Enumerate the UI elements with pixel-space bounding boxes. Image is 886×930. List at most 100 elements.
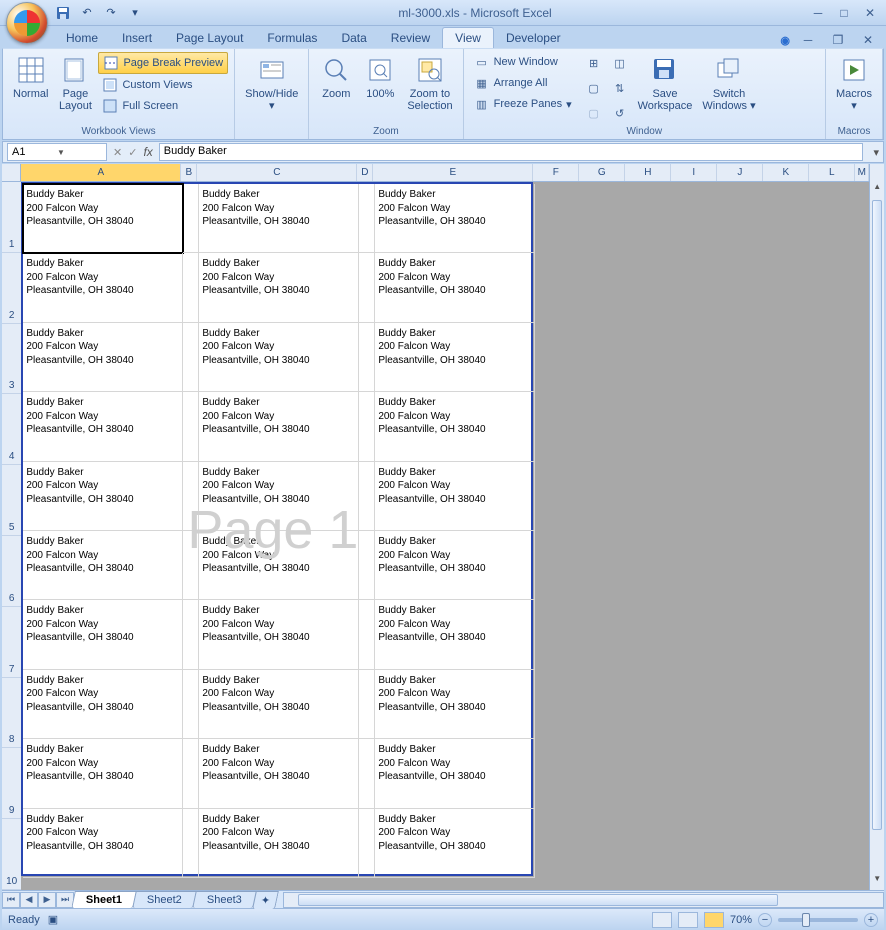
cell[interactable]: Buddy Baker200 Falcon WayPleasantville, … [23,600,183,669]
hide-button[interactable]: ▢ [582,78,606,98]
cell[interactable]: Buddy Baker200 Falcon WayPleasantville, … [23,253,183,322]
zoom-percent[interactable]: 70% [730,914,752,926]
row-header-7[interactable]: 7 [2,607,21,678]
cell[interactable]: Buddy Baker200 Falcon WayPleasantville, … [375,184,535,253]
cell-blank[interactable] [359,739,375,808]
tab-insert[interactable]: Insert [110,28,164,48]
office-button[interactable] [6,2,48,44]
row-header-6[interactable]: 6 [2,536,21,607]
col-header-H[interactable]: H [625,164,671,181]
col-header-G[interactable]: G [579,164,625,181]
cell[interactable]: Buddy Baker200 Falcon WayPleasantville, … [375,600,535,669]
sheet-tab-3[interactable]: Sheet3 [192,891,256,908]
tab-page-layout[interactable]: Page Layout [164,28,255,48]
col-header-J[interactable]: J [717,164,763,181]
redo-icon[interactable]: ↷ [102,4,120,22]
fx-icon[interactable]: fx [143,145,152,159]
row-header-8[interactable]: 8 [2,678,21,749]
row-header-3[interactable]: 3 [2,324,21,395]
col-header-M[interactable]: M [855,164,869,181]
cell-blank[interactable] [359,670,375,739]
tab-home[interactable]: Home [54,28,110,48]
cell[interactable]: Buddy Baker200 Falcon WayPleasantville, … [23,670,183,739]
zoom-out-button[interactable]: − [758,913,772,927]
custom-views-button[interactable]: Custom Views [98,75,228,95]
cell[interactable]: Buddy Baker200 Falcon WayPleasantville, … [199,323,359,392]
cell[interactable]: Buddy Baker200 Falcon WayPleasantville, … [375,392,535,461]
side-by-side-button[interactable]: ◫ [608,54,632,74]
cell-blank[interactable] [183,253,199,322]
grid-body[interactable]: Buddy Baker200 Falcon WayPleasantville, … [21,182,869,890]
cell-blank[interactable] [183,392,199,461]
name-box-dropdown-icon[interactable]: ▼ [57,148,102,157]
normal-view-button[interactable]: Normal [9,52,52,125]
cell[interactable]: Buddy Baker200 Falcon WayPleasantville, … [199,670,359,739]
select-all-corner[interactable] [2,164,21,182]
cell[interactable]: Buddy Baker200 Falcon WayPleasantville, … [199,253,359,322]
cell[interactable]: Buddy Baker200 Falcon WayPleasantville, … [199,531,359,600]
tab-formulas[interactable]: Formulas [255,28,329,48]
save-workspace-button[interactable]: Save Workspace [634,52,697,125]
formula-input[interactable]: Buddy Baker [159,143,864,161]
row-header-2[interactable]: 2 [2,253,21,324]
doc-minimize-button[interactable]: ─ [796,32,820,48]
cell-blank[interactable] [183,462,199,531]
cell[interactable]: Buddy Baker200 Falcon WayPleasantville, … [23,531,183,600]
tab-developer[interactable]: Developer [494,28,573,48]
macros-button[interactable]: Macros▾ [832,52,876,125]
expand-formula-icon[interactable]: ▾ [869,146,883,159]
save-icon[interactable] [54,4,72,22]
next-sheet-button[interactable]: ▶ [38,892,56,908]
tab-data[interactable]: Data [329,28,378,48]
cell-blank[interactable] [359,531,375,600]
cell[interactable]: Buddy Baker200 Falcon WayPleasantville, … [199,600,359,669]
name-box[interactable]: A1 ▼ [7,143,107,161]
normal-status-button[interactable] [652,912,672,928]
page-layout-status-button[interactable] [678,912,698,928]
row-header-1[interactable]: 1 [2,182,21,253]
unhide-button[interactable]: ▢ [582,103,606,123]
col-header-D[interactable]: D [357,164,373,181]
cell-blank[interactable] [183,323,199,392]
row-header-4[interactable]: 4 [2,394,21,465]
cell[interactable]: Buddy Baker200 Falcon WayPleasantville, … [23,462,183,531]
new-window-button[interactable]: ▭New Window [470,52,580,72]
macro-record-icon[interactable]: ▣ [48,913,58,926]
full-screen-button[interactable]: Full Screen [98,96,228,116]
help-icon[interactable]: ◉ [780,34,790,47]
tab-view[interactable]: View [442,27,494,48]
split-button[interactable]: ⊞ [582,54,606,74]
row-header-5[interactable]: 5 [2,465,21,536]
close-button[interactable]: ✕ [858,5,882,21]
col-header-B[interactable]: B [181,164,197,181]
sheet-tab-1[interactable]: Sheet1 [71,891,137,908]
cell[interactable]: Buddy Baker200 Falcon WayPleasantville, … [375,323,535,392]
reset-position-button[interactable]: ↺ [608,103,632,123]
col-header-K[interactable]: K [763,164,809,181]
zoom-in-button[interactable]: + [864,913,878,927]
col-header-A[interactable]: A [21,164,181,181]
cell[interactable]: Buddy Baker200 Falcon WayPleasantville, … [375,809,535,878]
first-sheet-button[interactable]: ⏮ [2,892,20,908]
horizontal-scrollbar[interactable] [283,892,884,908]
cell[interactable]: Buddy Baker200 Falcon WayPleasantville, … [375,531,535,600]
cell[interactable]: Buddy Baker200 Falcon WayPleasantville, … [199,462,359,531]
cell[interactable]: Buddy Baker200 Falcon WayPleasantville, … [375,670,535,739]
qat-more-icon[interactable]: ▾ [126,4,144,22]
cell-blank[interactable] [183,531,199,600]
cell-blank[interactable] [183,739,199,808]
zoom-slider[interactable] [778,918,858,922]
cell[interactable]: Buddy Baker200 Falcon WayPleasantville, … [375,462,535,531]
cell-blank[interactable] [183,809,199,878]
freeze-panes-button[interactable]: ▥Freeze Panes ▾ [470,94,580,114]
cell-blank[interactable] [359,462,375,531]
tab-review[interactable]: Review [379,28,442,48]
prev-sheet-button[interactable]: ◀ [20,892,38,908]
cell-blank[interactable] [359,809,375,878]
cell-blank[interactable] [183,600,199,669]
cell[interactable]: Buddy Baker200 Falcon WayPleasantville, … [375,739,535,808]
cell[interactable]: Buddy Baker200 Falcon WayPleasantville, … [23,184,183,253]
zoom-button[interactable]: Zoom [315,52,357,125]
vertical-scrollbar[interactable]: ▲ ▼ [869,164,884,890]
cell[interactable]: Buddy Baker200 Falcon WayPleasantville, … [23,739,183,808]
